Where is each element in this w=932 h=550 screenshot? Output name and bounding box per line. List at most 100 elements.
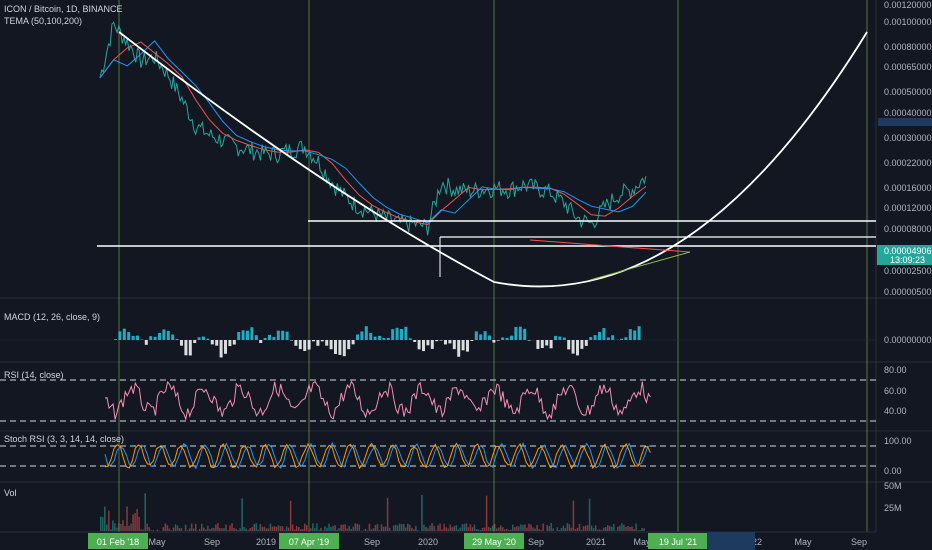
volume-bar — [596, 529, 599, 531]
volume-bar — [400, 524, 403, 531]
volume-bar — [128, 525, 130, 531]
volume-bar — [172, 527, 175, 531]
volume-bar — [431, 523, 433, 531]
volume-bar — [415, 525, 417, 531]
volume-bar — [489, 527, 492, 531]
volume-bar — [138, 516, 140, 531]
volume-bar — [574, 528, 577, 531]
volume-bar — [318, 529, 320, 531]
volume-bar — [546, 524, 548, 531]
volume-bar — [368, 523, 371, 531]
volume-bar — [522, 524, 524, 531]
volume-bar — [304, 523, 306, 531]
volume-bar — [180, 528, 183, 531]
macd-bar — [633, 330, 637, 340]
rsi-label[interactable]: RSI (14, close) — [4, 370, 64, 380]
macd-bar — [417, 340, 421, 350]
volume-bar — [140, 529, 142, 531]
macd-bar — [202, 336, 205, 340]
volume-bar — [594, 525, 597, 531]
rsi-axis-80: 80.00 — [884, 365, 907, 375]
macd-bar — [351, 340, 355, 345]
macd-label[interactable]: MACD (12, 26, close, 9) — [4, 312, 100, 322]
volume-bar — [619, 525, 621, 531]
vol-label[interactable]: Vol — [4, 488, 17, 498]
volume-bar — [306, 525, 308, 531]
macd-bar — [501, 337, 505, 340]
macd-bar — [158, 332, 161, 340]
volume-bar — [150, 530, 152, 531]
trading-chart[interactable]: ICON / Bitcoin, 1D, BINANCE TEMA (50,100… — [0, 0, 932, 550]
volume-bar — [225, 524, 227, 531]
volume-bar — [328, 523, 330, 531]
volume-bar — [530, 524, 532, 531]
volume-bar — [334, 525, 336, 531]
macd-bar — [285, 331, 289, 340]
macd-bar — [554, 335, 557, 340]
volume-bar — [623, 524, 625, 531]
tema-indicator-label[interactable]: TEMA (50,100,200) — [4, 16, 82, 26]
macd-bar — [624, 337, 628, 340]
price-axis-label: 0.00008000 — [884, 224, 932, 234]
volume-bar — [380, 524, 383, 531]
price-axis-label: 0.00030000 — [884, 133, 932, 143]
volume-bar — [118, 523, 120, 531]
volume-bar — [635, 523, 637, 531]
volume-bar — [425, 526, 427, 531]
macd-bar — [338, 340, 342, 355]
macd-bar — [197, 337, 201, 340]
volume-bar — [201, 523, 203, 531]
volume-bar — [271, 526, 274, 531]
volume-bar — [255, 523, 258, 531]
volume-bar — [241, 498, 243, 531]
volume-bar — [508, 530, 510, 531]
volume-bar — [350, 528, 352, 531]
volume-bar — [338, 528, 340, 531]
volume-bar — [130, 523, 132, 531]
axis-highlight — [878, 118, 932, 126]
macd-bar — [153, 336, 157, 340]
macd-bar — [536, 340, 540, 349]
volume-bar — [114, 523, 116, 531]
volume-bar — [586, 524, 589, 531]
volume-bar — [188, 528, 191, 531]
volume-bar — [459, 527, 462, 531]
macd-bar — [250, 327, 254, 340]
volume-bar — [142, 529, 144, 531]
volume-bar — [310, 528, 312, 531]
volume-bar — [215, 524, 217, 531]
volume-bar — [324, 526, 326, 531]
symbol-title[interactable]: ICON / Bitcoin, 1D, BINANCE — [4, 4, 123, 14]
volume-bar — [465, 523, 468, 531]
macd-bar — [184, 340, 188, 356]
vol-axis-50m: 50M — [884, 481, 902, 491]
volume-bar — [582, 526, 585, 531]
volume-bar — [447, 528, 449, 531]
price-axis-label: 0.00012000 — [884, 203, 932, 213]
macd-bar — [457, 340, 461, 357]
stoch-label[interactable]: Stoch RSI (3, 3, 14, 14, close) — [4, 434, 124, 444]
macd-bar — [567, 340, 571, 350]
volume-bar — [548, 526, 550, 531]
volume-bar — [237, 529, 239, 531]
volume-bar — [136, 509, 138, 531]
macd-bar — [149, 336, 153, 340]
macd-bar — [571, 340, 575, 354]
volume-bar — [291, 524, 294, 531]
chart-background — [0, 0, 932, 550]
macd-bar — [549, 340, 553, 349]
chart-stage[interactable]: ICON / Bitcoin, 1D, BINANCE TEMA (50,100… — [0, 0, 932, 550]
macd-bar — [246, 330, 249, 340]
macd-bar — [378, 335, 381, 340]
volume-bar — [227, 530, 229, 531]
volume-bar — [457, 529, 460, 531]
macd-bar — [241, 330, 245, 340]
time-axis-label: May — [794, 537, 812, 547]
volume-bar — [146, 523, 148, 531]
macd-bar — [118, 331, 122, 340]
rsi-axis-60: 60.00 — [884, 386, 907, 396]
volume-bar — [346, 528, 348, 531]
volume-bar — [316, 523, 318, 531]
volume-bar — [445, 527, 447, 531]
volume-bar — [235, 528, 237, 531]
